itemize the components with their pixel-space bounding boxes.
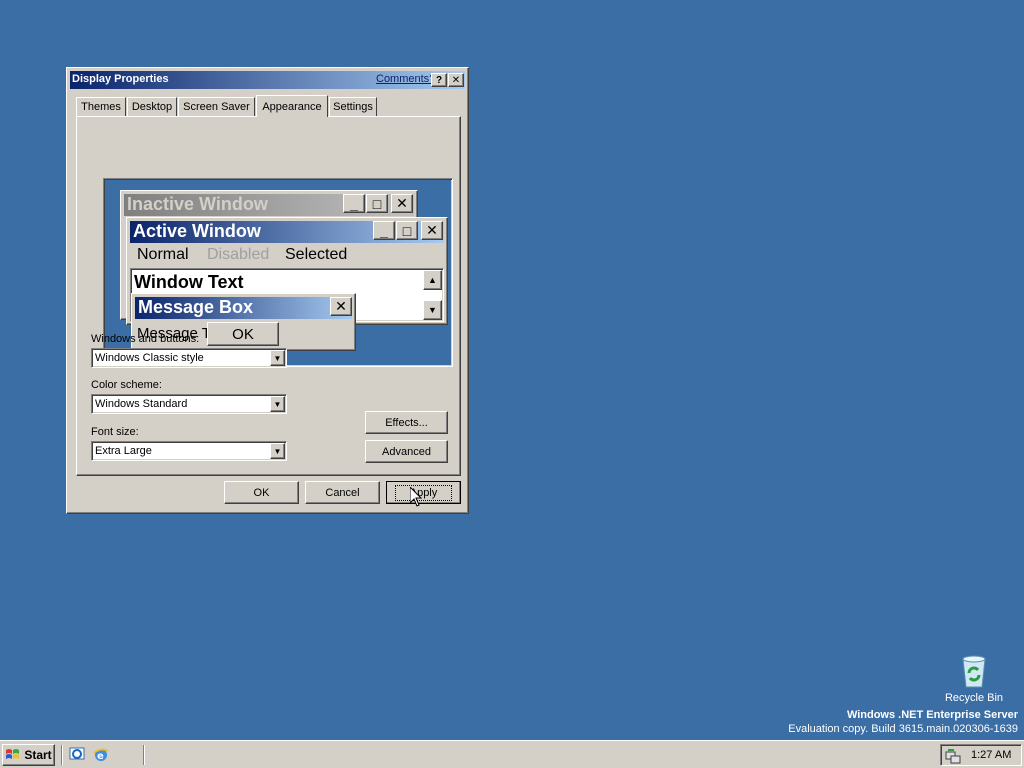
tab-label: Desktop	[131, 101, 173, 113]
preview-menu-normal: Normal	[137, 246, 189, 263]
mouse-cursor-icon	[410, 487, 422, 507]
preview-window-text: Window Text	[134, 272, 244, 292]
tab-themes[interactable]: Themes	[76, 97, 126, 116]
windows-buttons-label: Windows and buttons:	[91, 333, 200, 345]
taskbar: Start e 1:27 AM	[0, 740, 1024, 768]
font-size-select[interactable]: Extra Large ▼	[91, 441, 287, 461]
watermark-build: Evaluation copy. Build 3615.main.020306-…	[788, 723, 1018, 735]
start-button[interactable]: Start	[2, 744, 55, 766]
quicklaunch-show-desktop[interactable]	[68, 745, 88, 765]
start-label: Start	[24, 748, 52, 762]
close-icon: ✕	[391, 194, 413, 213]
watermark-edition: Windows .NET Enterprise Server	[846, 709, 1018, 721]
effects-button[interactable]: Effects...	[365, 411, 448, 434]
close-icon: ✕	[330, 297, 352, 316]
minimize-icon: _	[343, 194, 365, 213]
dialog-title-bar[interactable]: Display Properties Comments? ? ✕	[70, 71, 465, 89]
tab-desktop[interactable]: Desktop	[127, 97, 177, 116]
scroll-up-icon: ▲	[423, 270, 442, 290]
tab-label: Appearance	[262, 100, 322, 113]
taskbar-separator	[143, 745, 145, 765]
show-desktop-icon	[69, 747, 85, 760]
recycle-bin-label: Recycle Bin	[944, 692, 1004, 704]
comments-link[interactable]: Comments?	[376, 73, 435, 85]
internet-explorer-icon: e	[93, 748, 109, 762]
os-watermark: Windows .NET Enterprise Server Evaluatio…	[788, 709, 1018, 735]
maximize-icon: □	[366, 194, 388, 213]
close-button[interactable]: ✕	[448, 73, 464, 87]
tab-screen-saver[interactable]: Screen Saver	[178, 97, 255, 116]
tab-label: Settings	[333, 101, 373, 113]
color-scheme-label: Color scheme:	[91, 379, 162, 391]
display-properties-dialog: Display Properties Comments? ? ✕ Themes …	[66, 67, 469, 514]
advanced-button[interactable]: Advanced	[365, 440, 448, 463]
network-tray-icon[interactable]	[945, 748, 961, 764]
windows-logo-icon	[6, 749, 20, 759]
color-scheme-select[interactable]: Windows Standard ▼	[91, 394, 287, 414]
quicklaunch-separator	[61, 745, 63, 765]
font-size-label: Font size:	[91, 426, 139, 438]
tab-label: Themes	[81, 101, 121, 113]
preview-menu-selected: Selected	[285, 246, 348, 263]
appearance-tab-panel: Inactive Window _ □ ✕ Active Window _ □ …	[76, 116, 461, 476]
scroll-down-icon: ▼	[423, 300, 442, 320]
recycle-bin-icon	[962, 655, 986, 688]
tab-appearance[interactable]: Appearance	[256, 95, 328, 117]
chevron-down-icon[interactable]: ▼	[270, 350, 285, 366]
chevron-down-icon[interactable]: ▼	[270, 443, 285, 459]
minimize-icon: _	[373, 221, 395, 240]
chevron-down-icon[interactable]: ▼	[270, 396, 285, 412]
windows-buttons-select[interactable]: Windows Classic style ▼	[91, 348, 287, 368]
tab-settings[interactable]: Settings	[329, 97, 377, 116]
system-tray: 1:27 AM	[940, 744, 1022, 766]
recycle-bin[interactable]: Recycle Bin	[938, 655, 1010, 704]
tray-clock[interactable]: 1:27 AM	[971, 749, 1011, 761]
windows-buttons-value: Windows Classic style	[95, 352, 204, 364]
dialog-title: Display Properties	[72, 73, 169, 85]
preview-msgbox-title: Message Box	[135, 297, 352, 319]
close-icon: ✕	[421, 221, 443, 240]
color-scheme-value: Windows Standard	[95, 398, 188, 410]
font-size-value: Extra Large	[95, 445, 152, 457]
ok-button[interactable]: OK	[224, 481, 299, 504]
maximize-icon: □	[396, 221, 418, 240]
help-button[interactable]: ?	[431, 73, 447, 87]
apply-label: Apply	[394, 484, 453, 501]
preview-menu-disabled: Disabled	[207, 246, 270, 263]
close-icon: ✕	[451, 74, 461, 86]
apply-button[interactable]: Apply	[386, 481, 461, 504]
quicklaunch-internet-explorer[interactable]: e	[92, 745, 112, 765]
tab-label: Screen Saver	[183, 101, 250, 113]
preview-msgbox-ok: OK	[207, 322, 279, 346]
svg-text:e: e	[97, 751, 104, 762]
help-icon: ?	[435, 74, 443, 86]
cancel-button[interactable]: Cancel	[305, 481, 380, 504]
